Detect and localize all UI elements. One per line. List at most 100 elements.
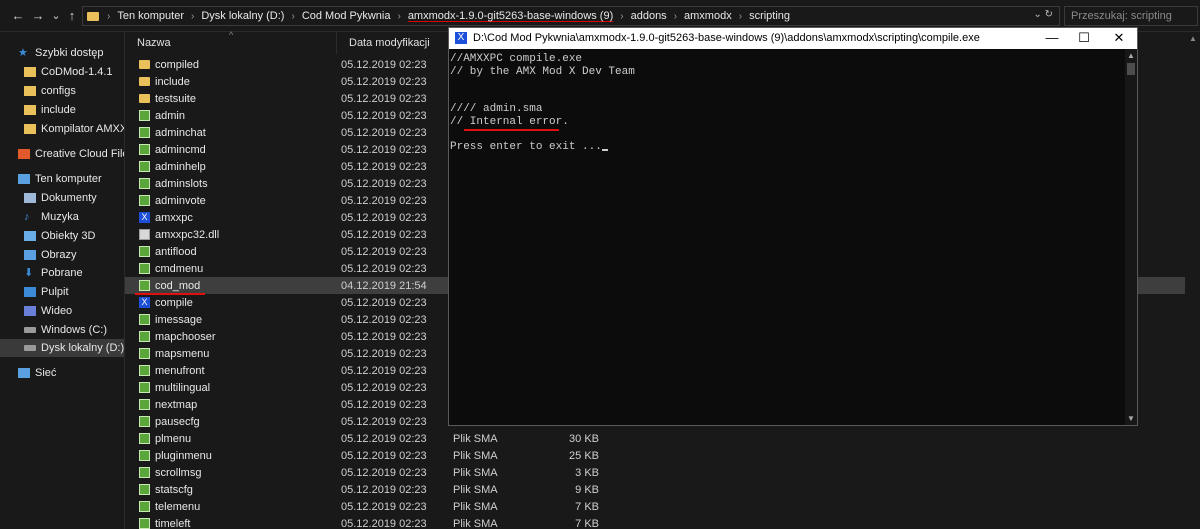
file-size: 7 KB: [575, 518, 599, 529]
sidebar-item-dysk-lokalny-d[interactable]: Dysk lokalny (D:): [0, 339, 124, 357]
column-header-date[interactable]: Data modyfikacji: [337, 32, 449, 54]
sidebar-item-dokumenty[interactable]: Dokumenty: [0, 189, 124, 207]
console-line: //AMXXPC compile.exe: [450, 53, 583, 65]
file-row[interactable]: pluginmenu 05.12.2019 02:23 Plik SMA 25 KB: [125, 447, 1185, 464]
sidebar-item-sieć[interactable]: Sieć: [0, 364, 124, 382]
exe-file-icon: X: [139, 297, 150, 308]
file-list-scrollbar[interactable]: ▲: [1186, 32, 1200, 529]
sidebar-item-label: Pobrane: [41, 267, 83, 279]
sidebar-item-codmod-1-4-1[interactable]: CoDMod-1.4.1: [0, 63, 124, 81]
sma-file-icon: [139, 501, 150, 512]
console-app-icon: X: [455, 32, 467, 44]
sma-file-icon: [139, 195, 150, 206]
file-row[interactable]: telemenu 05.12.2019 02:23 Plik SMA 7 KB: [125, 498, 1185, 515]
console-scrollbar[interactable]: ▲ ▼: [1125, 49, 1137, 425]
up-arrow-icon[interactable]: ↑: [64, 8, 80, 24]
breadcrumb-cod-mod[interactable]: Cod Mod Pykwnia: [299, 10, 394, 22]
sidebar-item-configs[interactable]: configs: [0, 82, 124, 100]
forward-arrow-icon[interactable]: →: [30, 8, 46, 24]
folder-icon: [24, 86, 36, 96]
star-icon: ★: [18, 47, 28, 59]
sidebar-item-obiekty-3d[interactable]: Obiekty 3D: [0, 227, 124, 245]
sma-file-icon: [139, 110, 150, 121]
breadcrumb-this-pc[interactable]: Ten komputer: [114, 10, 187, 22]
sidebar-item-label: Wideo: [41, 305, 73, 317]
red-underline-annotation: [464, 129, 559, 131]
file-name: timeleft: [155, 518, 191, 529]
sidebar-item-obrazy[interactable]: Obrazy: [0, 246, 124, 264]
folder-icon: [24, 67, 36, 77]
scroll-down-icon[interactable]: ▼: [1125, 414, 1137, 423]
scroll-thumb[interactable]: [1127, 63, 1135, 75]
scroll-up-icon[interactable]: ▲: [1125, 51, 1137, 60]
file-size: 9 KB: [575, 484, 599, 496]
file-type: Plik SMA: [453, 484, 498, 496]
file-size: 7 KB: [575, 501, 599, 513]
breadcrumb-scripting[interactable]: scripting: [746, 10, 793, 22]
back-arrow-icon[interactable]: ←: [10, 8, 26, 24]
file-type: Plik SMA: [453, 433, 498, 445]
sidebar-item-include[interactable]: include: [0, 101, 124, 119]
sidebar-item-creative-cloud-files[interactable]: Creative Cloud Files: [0, 145, 124, 163]
console-output[interactable]: //AMXXPC compile.exe// by the AMX Mod X …: [449, 49, 1124, 425]
sma-file-icon: [139, 518, 150, 529]
file-name: testsuite: [155, 93, 196, 105]
sidebar-item-wideo[interactable]: Wideo: [0, 302, 124, 320]
sidebar-item-label: Obrazy: [41, 249, 77, 261]
file-date: 05.12.2019 02:23: [341, 263, 427, 275]
file-row[interactable]: timeleft 05.12.2019 02:23 Plik SMA 7 KB: [125, 515, 1185, 529]
console-line: //// admin.sma: [450, 103, 543, 115]
breadcrumb-drive-d[interactable]: Dysk lokalny (D:): [198, 10, 287, 22]
recent-locations-icon[interactable]: ⌄: [48, 8, 64, 24]
breadcrumb-addons[interactable]: addons: [628, 10, 670, 22]
breadcrumb-amxmodx[interactable]: amxmodx: [681, 10, 735, 22]
sidebar-item-ten-komputer[interactable]: Ten komputer: [0, 170, 124, 188]
sidebar-item-windows-c[interactable]: Windows (C:): [0, 321, 124, 339]
sma-file-icon: [139, 450, 150, 461]
minimize-button[interactable]: —: [1037, 30, 1067, 46]
file-date: 05.12.2019 02:23: [341, 144, 427, 156]
file-name: scrollmsg: [155, 467, 202, 479]
file-name: adminslots: [155, 178, 208, 190]
console-title-bar[interactable]: X D:\Cod Mod Pykwnia\amxmodx-1.9.0-git52…: [449, 28, 1137, 49]
file-name: cmdmenu: [155, 263, 204, 275]
console-window[interactable]: X D:\Cod Mod Pykwnia\amxmodx-1.9.0-git52…: [448, 27, 1138, 426]
file-name: compiled: [155, 59, 200, 71]
sma-file-icon: [139, 348, 150, 359]
file-name: adminchat: [155, 127, 206, 139]
file-size: 25 KB: [569, 450, 599, 462]
sma-file-icon: [139, 382, 150, 393]
folder-icon: [139, 94, 150, 103]
sidebar-item-pobrane[interactable]: ⬇ Pobrane: [0, 264, 124, 282]
sidebar-item-kompilator-amxx-1[interactable]: Kompilator AMXX 1: [0, 120, 124, 138]
sidebar-item-szybki-dostęp[interactable]: ★ Szybki dostęp: [0, 44, 124, 62]
scroll-up-icon[interactable]: ▲: [1189, 34, 1197, 43]
file-row[interactable]: plmenu 05.12.2019 02:23 Plik SMA 30 KB: [125, 430, 1185, 447]
file-date: 05.12.2019 02:23: [341, 467, 427, 479]
file-size: 30 KB: [569, 433, 599, 445]
close-button[interactable]: ✕: [1104, 30, 1134, 46]
file-date: 05.12.2019 02:23: [341, 314, 427, 326]
file-date: 05.12.2019 02:23: [341, 433, 427, 445]
file-name: adminhelp: [155, 161, 206, 173]
file-name: statscfg: [155, 484, 193, 496]
sidebar-item-label: Obiekty 3D: [41, 230, 96, 242]
file-name: pluginmenu: [155, 450, 212, 462]
maximize-button[interactable]: ☐: [1069, 30, 1099, 46]
file-date: 05.12.2019 02:23: [341, 229, 427, 241]
file-row[interactable]: scrollmsg 05.12.2019 02:23 Plik SMA 3 KB: [125, 464, 1185, 481]
breadcrumb-amxmodx-folder[interactable]: amxmodx-1.9.0-git5263-base-windows (9): [405, 10, 616, 22]
file-type: Plik SMA: [453, 467, 498, 479]
file-date: 05.12.2019 02:23: [341, 365, 427, 377]
sma-file-icon: [139, 178, 150, 189]
refresh-icon[interactable]: ⌄ ↻: [1033, 9, 1053, 20]
address-path[interactable]: › Ten komputer › Dysk lokalny (D:) › Cod…: [82, 6, 1060, 26]
sidebar-item-label: Ten komputer: [35, 173, 102, 185]
folder-icon: [24, 124, 36, 134]
file-row[interactable]: statscfg 05.12.2019 02:23 Plik SMA 9 KB: [125, 481, 1185, 498]
sidebar-item-muzyka[interactable]: ♪ Muzyka: [0, 208, 124, 226]
sidebar-item-pulpit[interactable]: Pulpit: [0, 283, 124, 301]
file-name: multilingual: [155, 382, 211, 394]
console-cursor: [601, 148, 608, 151]
search-input[interactable]: Przeszukaj: scripting: [1064, 6, 1198, 26]
